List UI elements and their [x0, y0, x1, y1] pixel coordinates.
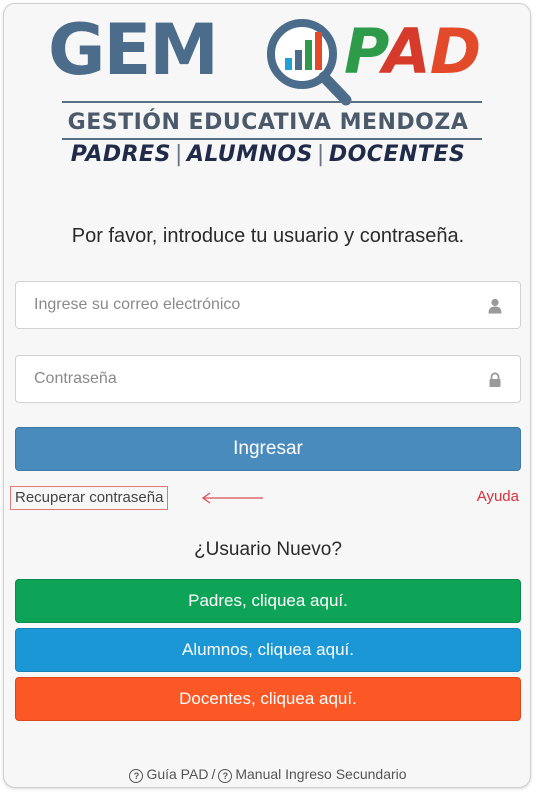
footer-separator: /	[211, 766, 216, 782]
question-circle-icon: ?	[129, 769, 144, 783]
manual-ingreso-link[interactable]: ? Manual Ingreso Secundario	[218, 766, 407, 783]
guide-pad-label: Guía PAD	[146, 766, 209, 782]
logo-pad-a: A	[382, 15, 431, 88]
password-field-wrapper	[15, 355, 521, 403]
logo-gem-text: GEM	[48, 9, 219, 91]
logo-role-docentes: DOCENTES	[328, 142, 466, 167]
login-card: GEM PAD GESTIÓN EDUCATIVA MENDOZA PADRES…	[3, 3, 531, 788]
docentes-signup-button[interactable]: Docentes, cliquea aquí.	[15, 677, 521, 721]
logo-pad-d: D	[429, 15, 481, 88]
footer-links: ? Guía PAD /? Manual Ingreso Secundario	[4, 766, 530, 783]
user-icon	[488, 298, 502, 314]
logo-role-alumnos: ALUMNOS	[186, 142, 313, 167]
logo-role-padres: PADRES	[70, 142, 171, 167]
new-user-heading: ¿Usuario Nuevo?	[194, 539, 342, 560]
email-field-wrapper	[15, 281, 521, 329]
guide-pad-link[interactable]: ? Guía PAD	[129, 766, 209, 783]
login-button[interactable]: Ingresar	[15, 427, 521, 471]
logo-roles: PADRES | ALUMNOS | DOCENTES	[70, 142, 466, 167]
gem-pad-logo: GEM PAD GESTIÓN EDUCATIVA MENDOZA PADRES…	[4, 9, 530, 180]
logo-pad-p: P	[344, 15, 384, 88]
logo-rule-top	[62, 101, 482, 103]
login-prompt: Por favor, introduce tu usuario y contra…	[71, 225, 465, 247]
logo-rule-bottom	[62, 138, 482, 140]
email-input[interactable]	[16, 282, 520, 328]
manual-ingreso-label: Manual Ingreso Secundario	[235, 766, 407, 782]
help-link[interactable]: Ayuda	[477, 488, 519, 505]
logo-subtitle: GESTIÓN EDUCATIVA MENDOZA	[67, 110, 469, 135]
lock-icon	[489, 372, 501, 387]
alumnos-signup-button[interactable]: Alumnos, cliquea aquí.	[15, 628, 521, 672]
recover-password-link[interactable]: Recuperar contraseña	[10, 486, 169, 510]
password-input[interactable]	[16, 356, 520, 402]
padres-signup-button[interactable]: Padres, cliquea aquí.	[15, 579, 521, 623]
logo-pad-text: PAD	[344, 12, 481, 92]
magnifier-chart-icon	[267, 19, 352, 106]
arrow-left-icon	[201, 492, 263, 504]
question-circle-icon: ?	[218, 769, 233, 783]
